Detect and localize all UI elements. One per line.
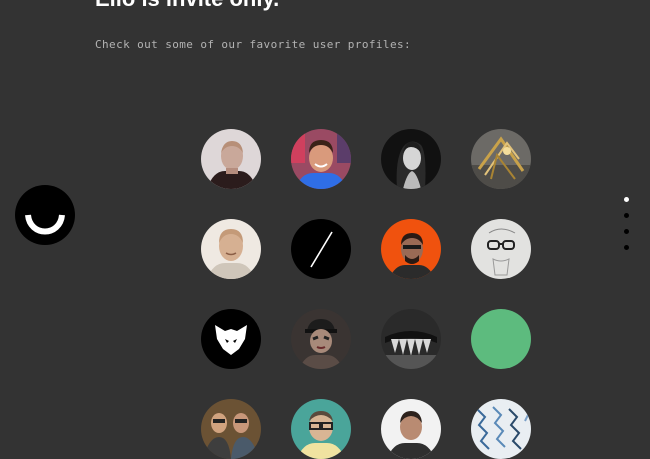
profile-avatar-3[interactable] bbox=[381, 129, 441, 189]
profile-photo-gold-sculpture bbox=[471, 129, 531, 189]
profile-photo-man-orange-background bbox=[381, 219, 441, 279]
profile-teeth-bw bbox=[381, 309, 441, 369]
profile-wolf-logo bbox=[201, 309, 261, 369]
profile-avatar-11[interactable] bbox=[381, 309, 441, 369]
pagination-dots bbox=[624, 197, 629, 250]
profile-photo-man-buzzcut bbox=[201, 129, 261, 189]
profile-avatar-6[interactable] bbox=[291, 219, 351, 279]
profile-avatar-9[interactable] bbox=[201, 309, 261, 369]
profile-avatar-16[interactable] bbox=[471, 399, 531, 459]
ello-smile-icon bbox=[25, 214, 65, 235]
profile-photo-bald-man bbox=[201, 219, 261, 279]
profile-sketch-glasses bbox=[471, 219, 531, 279]
profile-avatar-10[interactable] bbox=[291, 309, 351, 369]
profile-avatar-13[interactable] bbox=[201, 399, 261, 459]
profile-pattern-blue bbox=[471, 399, 531, 459]
profile-avatar-14[interactable] bbox=[291, 399, 351, 459]
profile-photo-group bbox=[201, 399, 261, 459]
profile-avatar-7[interactable] bbox=[381, 219, 441, 279]
profile-avatar-12[interactable] bbox=[471, 309, 531, 369]
profile-avatar-8[interactable] bbox=[471, 219, 531, 279]
ello-logo-button[interactable] bbox=[15, 185, 75, 245]
profile-photo-smiling-man-blue-shirt bbox=[291, 129, 351, 189]
page-dot-4[interactable] bbox=[624, 245, 629, 250]
profile-photo-man-glasses-teal bbox=[291, 399, 351, 459]
profile-green-circle bbox=[471, 309, 531, 369]
profile-photo-woman-bw bbox=[381, 129, 441, 189]
page-dot-1[interactable] bbox=[624, 197, 629, 202]
page-title: Ello is invite only. bbox=[95, 0, 279, 12]
profile-slash-logo bbox=[291, 219, 351, 279]
page-dot-3[interactable] bbox=[624, 229, 629, 234]
page-subtitle: Check out some of our favorite user prof… bbox=[95, 38, 412, 51]
profile-avatar-2[interactable] bbox=[291, 129, 351, 189]
profile-avatar-4[interactable] bbox=[471, 129, 531, 189]
profiles-grid bbox=[201, 129, 531, 459]
page-dot-2[interactable] bbox=[624, 213, 629, 218]
profile-avatar-1[interactable] bbox=[201, 129, 261, 189]
profile-photo-man-white-background bbox=[381, 399, 441, 459]
profile-avatar-15[interactable] bbox=[381, 399, 441, 459]
profile-avatar-5[interactable] bbox=[201, 219, 261, 279]
profile-photo-painted-face-cap bbox=[291, 309, 351, 369]
